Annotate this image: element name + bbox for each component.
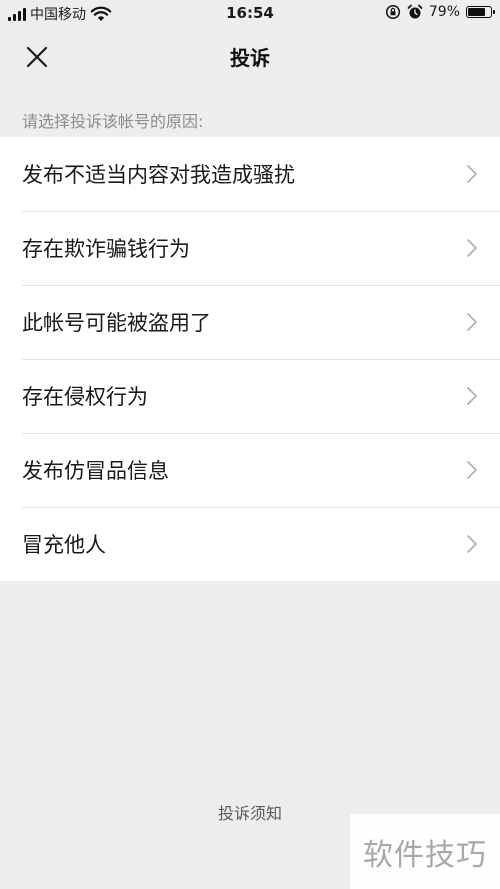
battery-icon [466, 6, 495, 18]
alarm-icon [407, 4, 423, 19]
chevron-right-icon [467, 165, 477, 183]
nav-bar: 投诉 [0, 28, 500, 84]
reason-item-fraud[interactable]: 存在欺诈骗钱行为 [0, 211, 500, 285]
reason-label: 存在侵权行为 [22, 385, 148, 409]
rotation-lock-icon [385, 4, 400, 20]
chevron-right-icon [467, 535, 477, 553]
reason-label: 发布仿冒品信息 [22, 459, 169, 483]
reason-label: 发布不适当内容对我造成骚扰 [22, 163, 295, 187]
page-title: 投诉 [230, 46, 270, 70]
reason-item-impersonation[interactable]: 冒充他人 [0, 507, 500, 581]
chevron-right-icon [467, 239, 477, 257]
chevron-right-icon [467, 387, 477, 405]
battery-fill [468, 8, 486, 16]
chevron-right-icon [467, 313, 477, 331]
reason-label: 冒充他人 [22, 533, 106, 557]
reason-label: 此帐号可能被盗用了 [22, 311, 211, 335]
reason-label: 存在欺诈骗钱行为 [22, 237, 190, 261]
reason-list: 发布不适当内容对我造成骚扰 存在欺诈骗钱行为 此帐号可能被盗用了 存在侵权行为 … [0, 137, 500, 581]
chevron-right-icon [467, 461, 477, 479]
reason-item-harassment[interactable]: 发布不适当内容对我造成骚扰 [0, 137, 500, 211]
status-right: 79% [385, 4, 495, 20]
reason-item-infringement[interactable]: 存在侵权行为 [0, 359, 500, 433]
battery-percent: 79% [428, 4, 460, 20]
reason-item-account-stolen[interactable]: 此帐号可能被盗用了 [0, 285, 500, 359]
reason-item-counterfeit[interactable]: 发布仿冒品信息 [0, 433, 500, 507]
watermark: 软件技巧 [350, 814, 500, 889]
status-bar: 中国移动 16:54 79% [0, 0, 500, 28]
section-hint: 请选择投诉该帐号的原因: [22, 112, 204, 131]
